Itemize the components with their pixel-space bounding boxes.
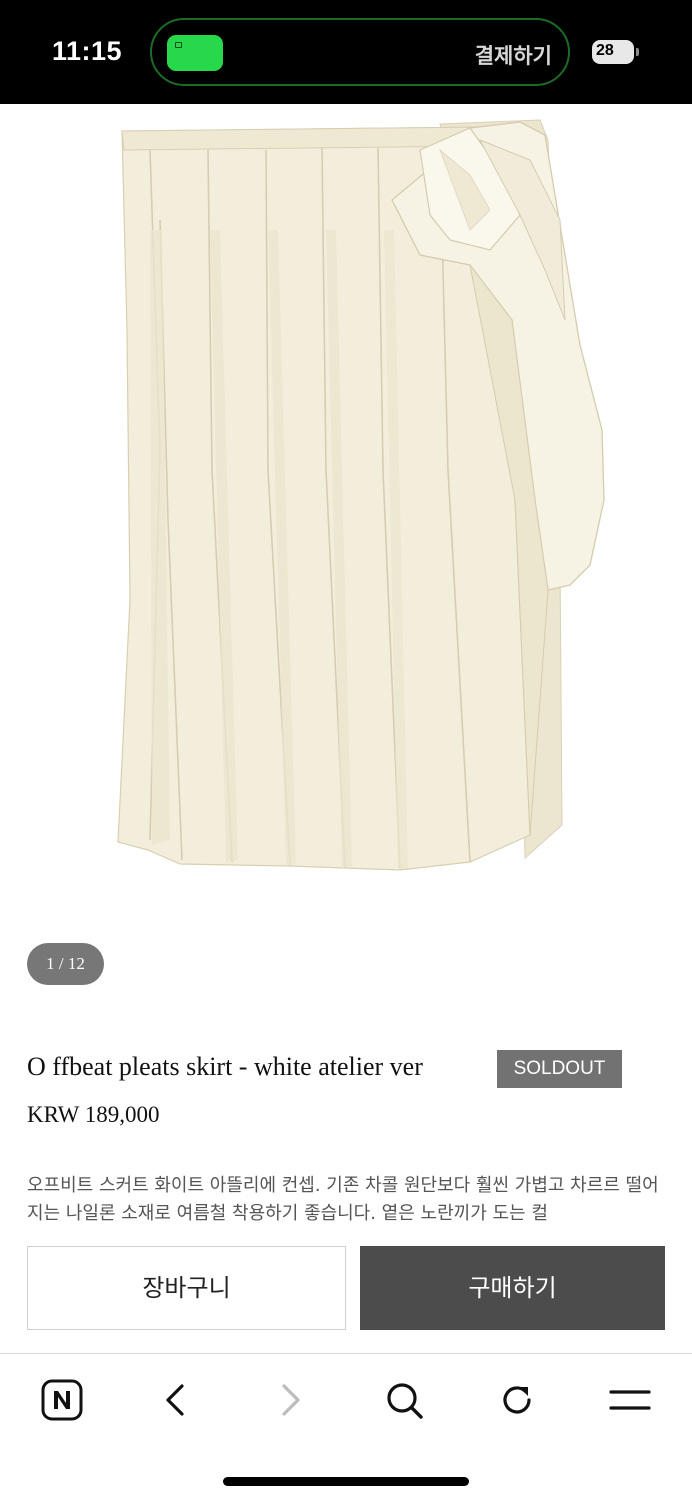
- product-price: KRW 189,000: [27, 1102, 160, 1127]
- product-description: 오프비트 스커트 화이트 아뜰리에 컨셉. 기존 차콜 원단보다 훨씬 가볍고 …: [27, 1175, 659, 1224]
- naver-home-icon[interactable]: [40, 1378, 84, 1422]
- browser-toolbar: [0, 1353, 692, 1500]
- product-image[interactable]: [0, 104, 692, 920]
- battery-level: 28: [596, 42, 614, 59]
- dynamic-island[interactable]: 결제하기: [150, 18, 570, 86]
- image-counter: 1 / 12: [27, 943, 104, 985]
- battery-icon: 28: [592, 40, 634, 64]
- back-icon[interactable]: [154, 1378, 198, 1422]
- product-title: O ffbeat pleats skirt - white atelier ve…: [27, 1052, 423, 1081]
- app-activity-icon: [167, 35, 223, 71]
- clock: 11:15: [52, 36, 123, 66]
- island-live-activity-label: 결제하기: [474, 44, 552, 68]
- refresh-icon[interactable]: [495, 1378, 539, 1422]
- add-to-cart-button[interactable]: 장바구니: [27, 1246, 346, 1330]
- soldout-badge: SOLDOUT: [497, 1050, 622, 1088]
- forward-icon[interactable]: [268, 1378, 312, 1422]
- status-bar: 11:15 결제하기 28: [0, 0, 692, 104]
- home-indicator[interactable]: [223, 1477, 469, 1486]
- search-icon[interactable]: [382, 1378, 426, 1422]
- battery-tip: [636, 48, 639, 56]
- app-glyph-icon: [175, 42, 182, 48]
- menu-icon[interactable]: [608, 1378, 652, 1422]
- buy-now-button[interactable]: 구매하기: [360, 1246, 665, 1330]
- purchase-action-bar: 장바구니 구매하기: [0, 1228, 692, 1352]
